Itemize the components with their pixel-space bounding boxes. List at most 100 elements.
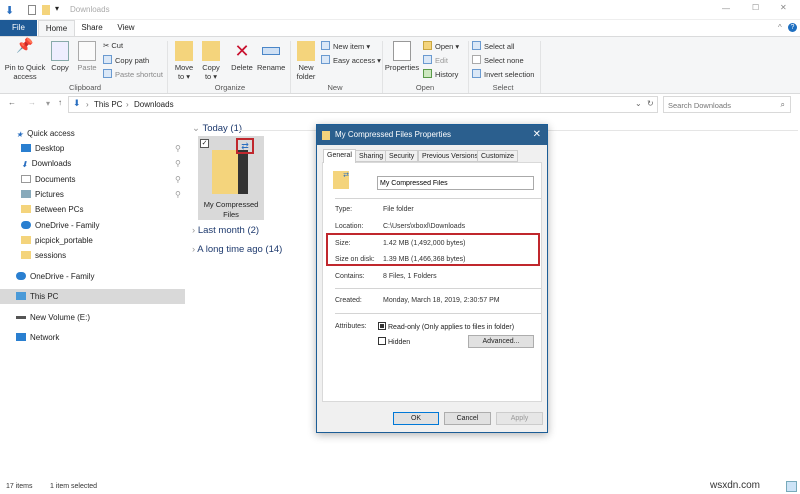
properties-button[interactable]: Properties <box>384 41 420 72</box>
select-all-button[interactable]: Select all <box>472 41 514 51</box>
window-title: Downloads <box>70 5 110 14</box>
open-icon <box>423 41 432 50</box>
tab-general[interactable]: General <box>323 149 356 163</box>
search-input[interactable] <box>668 101 768 110</box>
search-icon[interactable]: ⌕ <box>781 100 785 110</box>
sidebar-item-this-pc[interactable]: This PC <box>0 289 185 304</box>
properties-qat-icon[interactable] <box>28 5 36 15</box>
sidebar-item-network[interactable]: Network <box>16 333 59 342</box>
folder-icon <box>21 236 31 244</box>
address-bar[interactable]: ⬇ › This PC › Downloads ⌄ ↻ <box>68 96 658 113</box>
sidebar-item-new-volume[interactable]: New Volume (E:) <box>16 313 90 322</box>
tab-sharing[interactable]: Sharing <box>355 150 387 162</box>
created-label: Created: <box>335 297 362 304</box>
tab-previous-versions[interactable]: Previous Versions <box>418 150 482 162</box>
ok-button[interactable]: OK <box>393 412 439 425</box>
apply-button[interactable]: Apply <box>496 412 543 425</box>
compressed-arrows-icon: ⇄ <box>236 138 254 154</box>
back-button[interactable]: ← <box>8 98 16 107</box>
history-button[interactable]: History <box>423 69 458 79</box>
sidebar-item-desktop[interactable]: Desktop <box>21 144 64 153</box>
collapse-ribbon-icon[interactable]: ^ <box>778 23 782 32</box>
hidden-checkbox[interactable]: Hidden <box>378 337 410 346</box>
pictures-icon <box>21 190 31 198</box>
copy-to-button[interactable]: Copy to ▾ <box>199 41 223 81</box>
pin-quick-access-button[interactable]: 📌Pin to Quick access <box>3 41 47 81</box>
quick-access-down-icon[interactable]: ⬇ <box>5 4 14 17</box>
chevron-down-icon: ⌄ <box>192 123 202 134</box>
new-folder-button[interactable]: New folder <box>294 41 318 81</box>
cancel-button[interactable]: Cancel <box>444 412 491 425</box>
help-icon[interactable]: ? <box>788 23 797 32</box>
type-value: File folder <box>383 206 414 213</box>
new-item-button[interactable]: New item ▾ <box>321 41 370 51</box>
rename-button[interactable]: Rename <box>257 41 285 72</box>
advanced-button[interactable]: Advanced... <box>468 335 534 348</box>
cut-button[interactable]: ✂ Cut <box>103 41 123 50</box>
easy-access-button[interactable]: Easy access ▾ <box>321 55 381 65</box>
tab-file[interactable]: File <box>0 20 37 36</box>
general-panel: ⇄ Type:File folder Location:C:\Users\xbo… <box>322 162 542 402</box>
sidebar-item-quick-access[interactable]: ★Quick access <box>16 129 75 138</box>
copy-path-button[interactable]: Copy path <box>103 55 149 65</box>
invert-selection-button[interactable]: Invert selection <box>472 69 534 79</box>
new-folder-qat-icon[interactable] <box>42 5 50 15</box>
group-today[interactable]: ⌄ Today (1) <box>192 123 242 134</box>
folder-name-field[interactable] <box>377 176 534 190</box>
recent-dropdown[interactable]: ▾ <box>46 99 50 108</box>
forward-button[interactable]: → <box>28 98 36 107</box>
readonly-checkbox[interactable]: Read-only (Only applies to files in fold… <box>378 322 514 331</box>
open-group-label: Open <box>410 83 440 92</box>
open-button[interactable]: Open ▾ <box>423 41 459 51</box>
address-dropdown-icon[interactable]: ⌄ <box>635 99 642 108</box>
group-long-ago[interactable]: › A long time ago (14) <box>192 244 282 255</box>
title-bar: ⬇ ▾ Downloads — ☐ ✕ <box>0 0 800 20</box>
watermark: wsxdn.com <box>710 480 760 491</box>
tab-home[interactable]: Home <box>38 20 75 36</box>
group-last-month[interactable]: › Last month (2) <box>192 225 259 236</box>
sidebar-item-pictures[interactable]: Pictures <box>21 190 64 199</box>
file-item-my-compressed-files[interactable]: ✓ ⇄ My Compressed Files <box>198 136 264 220</box>
refresh-icon[interactable]: ↻ <box>647 99 654 108</box>
tab-share[interactable]: Share <box>76 20 108 36</box>
breadcrumb-separator: › <box>86 100 89 109</box>
breadcrumb-downloads[interactable]: Downloads <box>134 100 174 109</box>
sidebar-item-documents[interactable]: Documents <box>21 175 75 184</box>
copy-to-icon <box>202 41 220 61</box>
maximize-button[interactable]: ☐ <box>752 3 759 12</box>
edit-button[interactable]: Edit <box>423 55 448 65</box>
select-none-button[interactable]: Select none <box>472 55 524 65</box>
breadcrumb-this-pc[interactable]: This PC <box>94 100 122 109</box>
search-box[interactable]: ⌕ <box>663 96 791 113</box>
checkbox-icon[interactable]: ✓ <box>200 139 209 148</box>
folder-icon <box>21 205 31 213</box>
sidebar-item-sessions[interactable]: sessions <box>21 251 66 260</box>
sidebar-item-between-pcs[interactable]: Between PCs <box>21 205 83 214</box>
copy-button[interactable]: Copy <box>48 41 72 72</box>
contains-value: 8 Files, 1 Folders <box>383 273 437 280</box>
sidebar-item-picpick-portable[interactable]: picpick_portable <box>21 236 93 245</box>
size-label: Size: <box>335 240 351 247</box>
dialog-close-button[interactable]: ✕ <box>533 125 541 145</box>
tab-view[interactable]: View <box>110 20 142 36</box>
delete-button[interactable]: ✕Delete <box>229 41 255 72</box>
divider <box>335 313 541 314</box>
divider <box>335 198 541 199</box>
checkbox-indeterminate-icon <box>378 322 386 330</box>
qat-dropdown-icon[interactable]: ▾ <box>55 4 59 13</box>
move-to-button[interactable]: Move to ▾ <box>172 41 196 81</box>
invert-selection-icon <box>472 69 481 78</box>
minimize-button[interactable]: — <box>722 4 730 13</box>
close-button[interactable]: ✕ <box>780 3 787 12</box>
tab-customize[interactable]: Customize <box>477 150 518 162</box>
up-button[interactable]: ↑ <box>58 98 62 107</box>
sidebar-item-onedrive-family-sub[interactable]: OneDrive - Family <box>21 221 99 230</box>
large-icons-view-button[interactable] <box>786 481 797 492</box>
checkbox-empty-icon <box>378 337 386 345</box>
sidebar-item-onedrive-family[interactable]: OneDrive - Family <box>16 272 94 281</box>
paste-button[interactable]: Paste <box>75 41 99 72</box>
tab-security[interactable]: Security <box>385 150 418 162</box>
divider <box>468 41 469 93</box>
paste-shortcut-button[interactable]: Paste shortcut <box>103 69 163 79</box>
sidebar-item-downloads[interactable]: ⬇Downloads <box>21 159 71 168</box>
